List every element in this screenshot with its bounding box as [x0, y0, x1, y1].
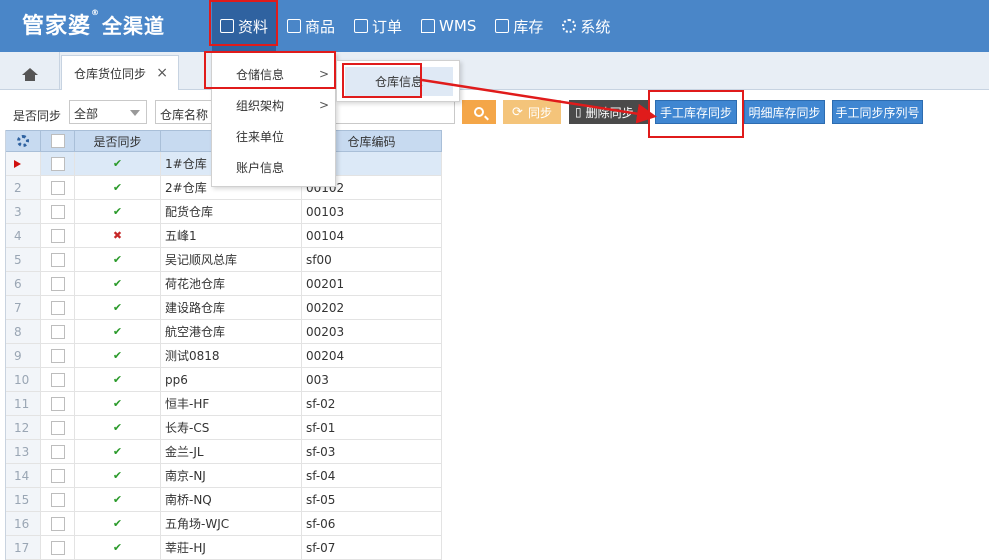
annotation-arrow [421, 78, 657, 124]
